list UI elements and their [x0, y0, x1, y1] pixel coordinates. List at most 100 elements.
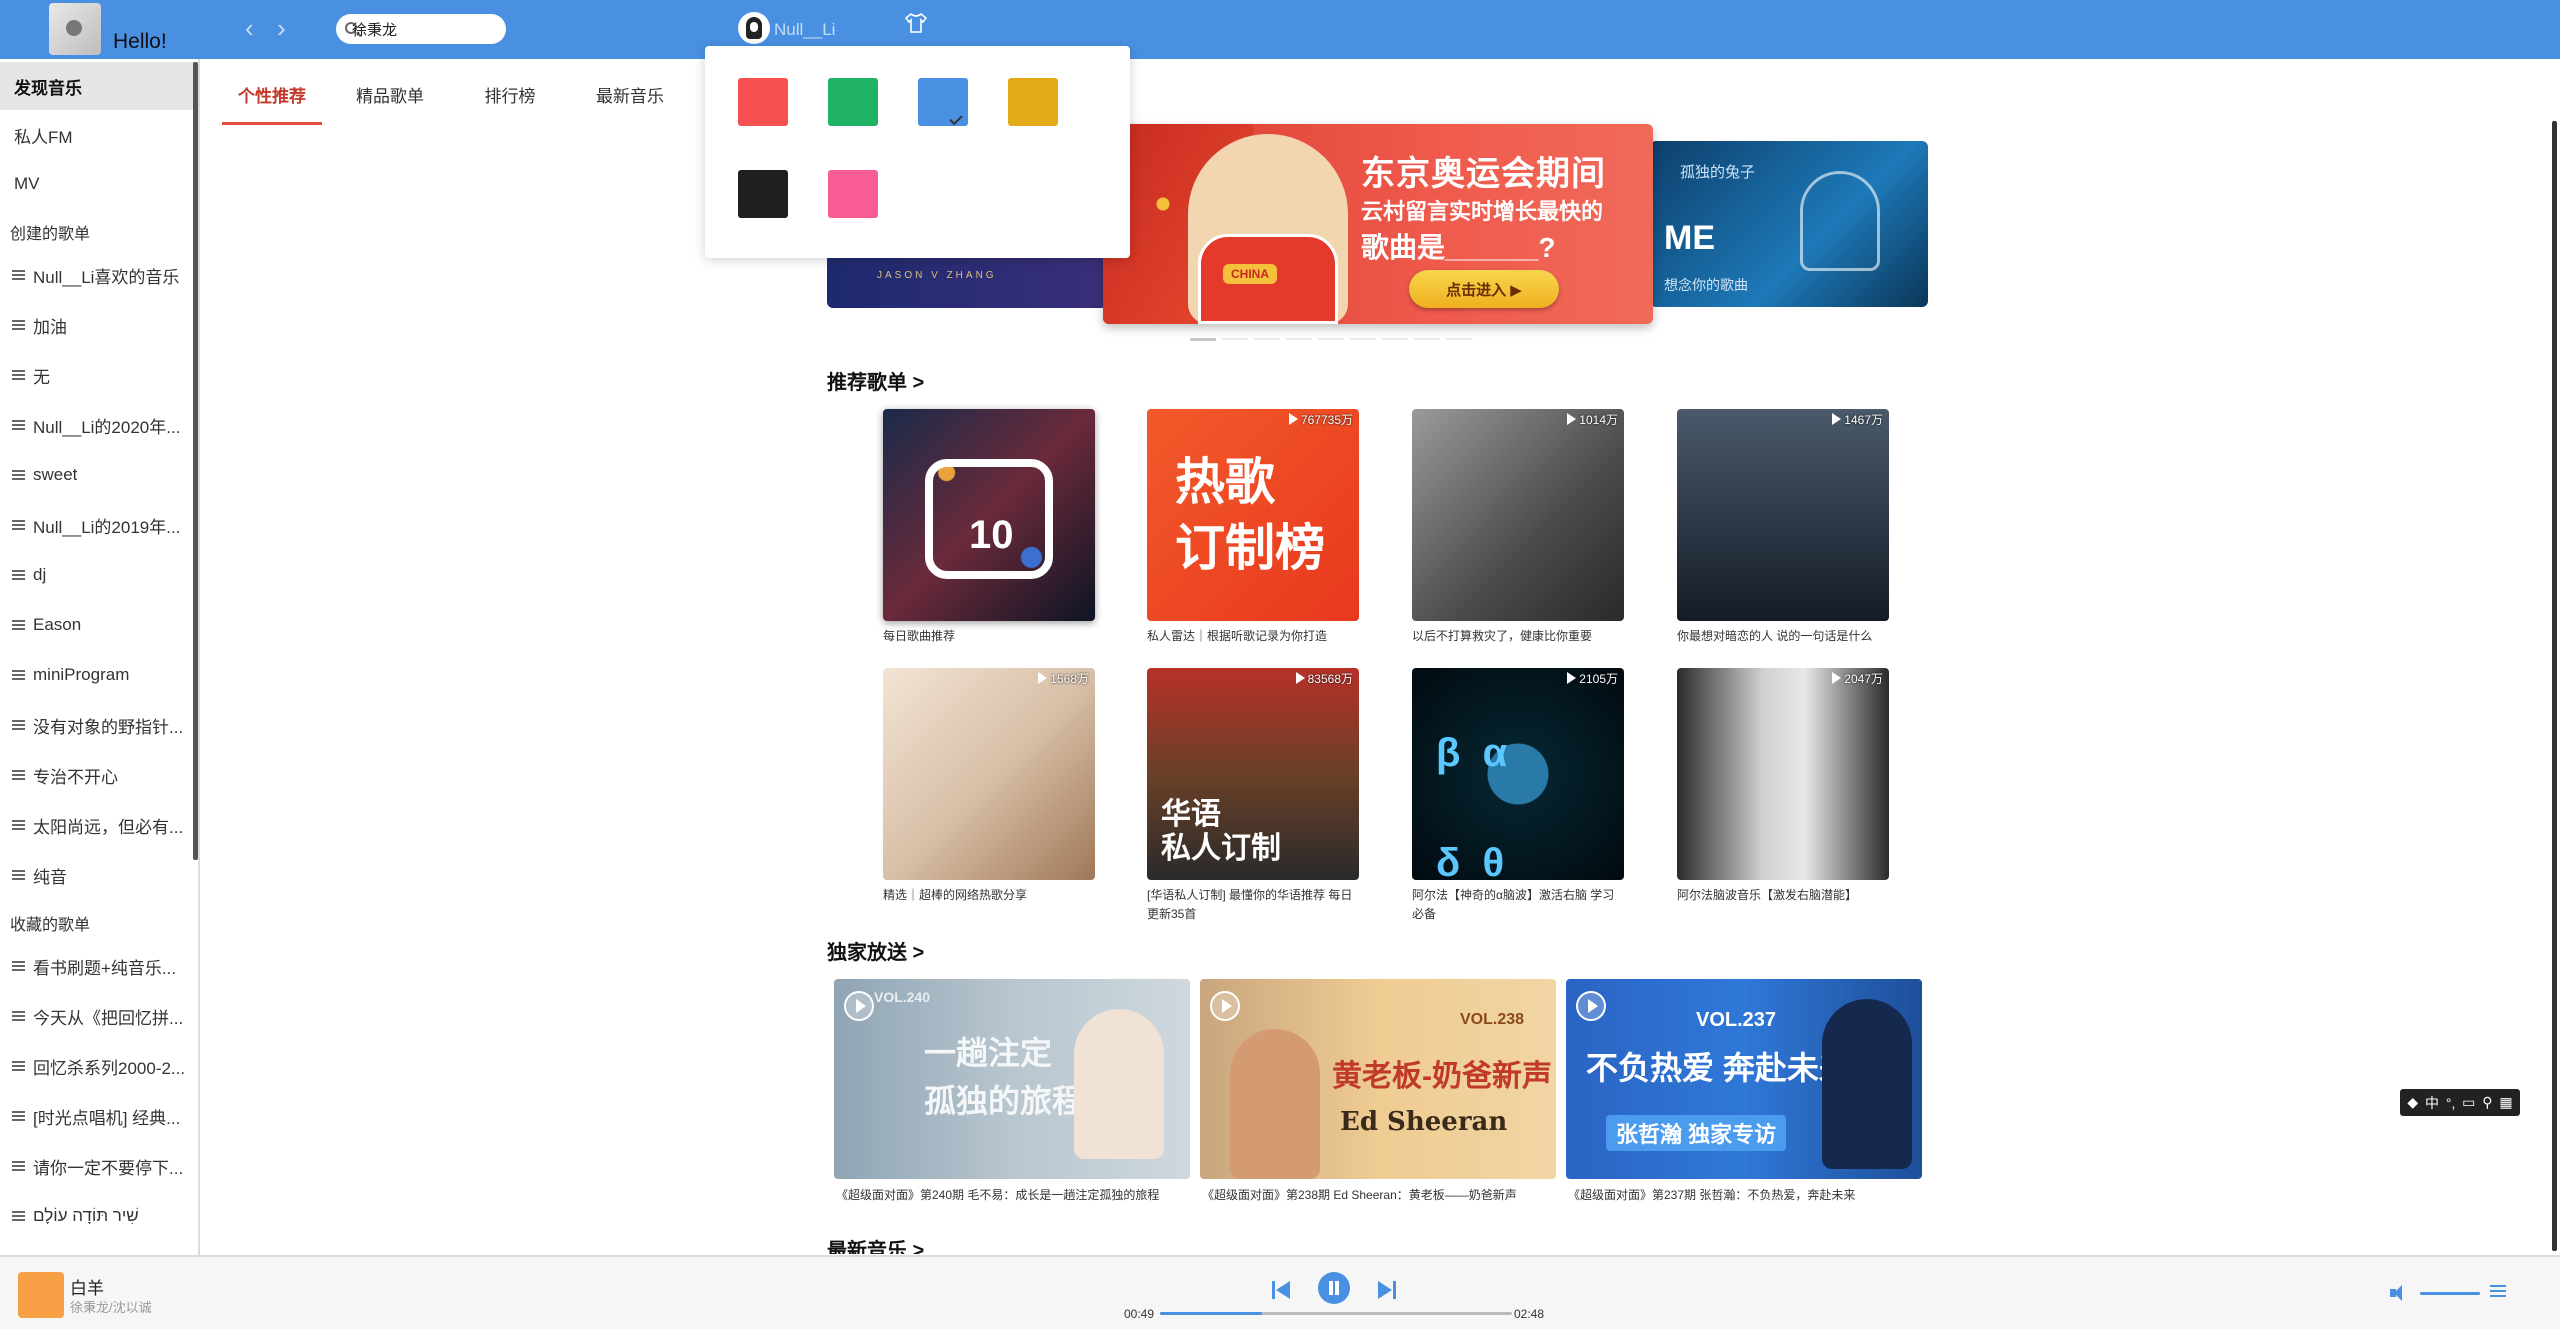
playlist-label: 加油: [33, 317, 67, 337]
skin-color-swatch[interactable]: [828, 78, 878, 126]
sidebar-playlist-item[interactable]: dj: [0, 551, 190, 599]
user-avatar[interactable]: [738, 12, 770, 44]
sidebar-playlist-item[interactable]: Null__Li的2020年...: [0, 401, 190, 449]
play-icon[interactable]: [844, 991, 874, 1021]
playlist-cover[interactable]: 2047万: [1677, 668, 1889, 880]
ime-toolbar[interactable]: ◆ 中 °, ▭ ⚲ ▦: [2400, 1089, 2520, 1116]
play-icon: [1832, 413, 1842, 425]
sidebar-playlist-item[interactable]: 纯音: [0, 851, 190, 899]
sidebar-playlist-item[interactable]: [时光点唱机] 经典...: [0, 1092, 190, 1140]
skin-color-swatch[interactable]: [1008, 78, 1058, 126]
carousel-dot[interactable]: [1190, 338, 1216, 341]
tab-playlists[interactable]: 精品歌单: [340, 70, 440, 125]
sidebar-item-discover[interactable]: 发现音乐: [0, 62, 195, 110]
skin-color-swatch[interactable]: [738, 78, 788, 126]
sidebar-playlist-item[interactable]: 看书刷题+纯音乐...: [0, 942, 190, 990]
sidebar-playlist-item[interactable]: 无: [0, 351, 190, 399]
sidebar-playlist-item[interactable]: 今天从《把回忆拼...: [0, 992, 190, 1040]
carousel-dot[interactable]: [1318, 338, 1344, 340]
play-icon[interactable]: [1576, 991, 1606, 1021]
playlist-title[interactable]: 你最想对暗恋的人 说的一句话是什么: [1677, 627, 1889, 646]
sidebar: 发现音乐 私人FM MV 创建的歌单 Null__Li喜欢的音乐 加油无 Null_…: [0, 59, 200, 1255]
exclusive-caption[interactable]: 《超级面对面》第240期 毛不易：成长是一趟注定孤独的旅程: [836, 1186, 1159, 1203]
newest-heading[interactable]: 最新音乐 >: [827, 1234, 924, 1254]
sidebar-playlist-item[interactable]: 太阳尚远，但必有...: [0, 801, 190, 849]
skin-color-swatch[interactable]: [738, 170, 788, 218]
playlist-cover[interactable]: 华语 私人订制 83568万: [1147, 668, 1359, 880]
carousel-dot[interactable]: [1286, 338, 1312, 340]
tab-new-music[interactable]: 最新音乐: [580, 70, 680, 125]
playlist-title[interactable]: 每日歌曲推荐: [883, 627, 1095, 646]
banner-right[interactable]: 孤独的兔子 ME 想念你的歌曲: [1650, 141, 1928, 307]
playlist-cover[interactable]: 1568万: [883, 668, 1095, 880]
search-input[interactable]: [352, 18, 502, 40]
progress-bar[interactable]: [1160, 1312, 1512, 1315]
play-count: 2105万: [1567, 670, 1618, 687]
sidebar-playlist-item[interactable]: Eason: [0, 601, 190, 649]
playlist-label: 看书刷题+纯音乐...: [33, 958, 177, 978]
sidebar-item-mv[interactable]: MV: [0, 160, 195, 208]
sidebar-playlist-item[interactable]: 请你一定不要停下...: [0, 1142, 190, 1190]
tab-recommend[interactable]: 个性推荐: [222, 70, 322, 125]
sidebar-playlist-item[interactable]: Null__Li的2019年...: [0, 501, 190, 549]
banner-enter-button[interactable]: 点击进入 ▶: [1409, 270, 1559, 308]
now-playing-cover[interactable]: [18, 1272, 64, 1318]
back-arrow-icon[interactable]: ‹: [245, 15, 254, 41]
previous-track-icon[interactable]: [1272, 1279, 1294, 1301]
sidebar-playlist-item[interactable]: 没有对象的野指针...: [0, 701, 190, 749]
playlist-cover[interactable]: 1467万: [1677, 409, 1889, 621]
exclusive-heading[interactable]: 独家放送 >: [827, 936, 924, 965]
playlist-cover[interactable]: β α δ θ 2105万: [1412, 668, 1624, 880]
playlist-title[interactable]: 以后不打算救灾了，健康比你重要: [1412, 627, 1624, 646]
exclusive-card[interactable]: VOL.237 不负热爱 奔赴未来 张哲瀚 独家专访: [1566, 979, 1922, 1179]
exclusive-card[interactable]: VOL.240 一趟注定 孤独的旅程: [834, 979, 1190, 1179]
pause-icon[interactable]: [1318, 1272, 1350, 1304]
tshirt-icon[interactable]: [904, 12, 928, 40]
exclusive-caption[interactable]: 《超级面对面》第237期 张哲瀚：不负热爱，奔赴未来: [1568, 1186, 1855, 1203]
volume-icon[interactable]: [2390, 1285, 2408, 1301]
sidebar-playlist-item[interactable]: 专治不开心: [0, 751, 190, 799]
main-scrollbar[interactable]: [2552, 121, 2557, 1251]
forward-arrow-icon[interactable]: ›: [277, 15, 286, 41]
carousel-dot[interactable]: [1222, 338, 1248, 340]
playlist-title[interactable]: [华语私人订制] 最懂你的华语推荐 每日更新35首: [1147, 886, 1359, 924]
playlist-title[interactable]: 精选｜超棒的网络热歌分享: [883, 886, 1095, 905]
skin-color-swatch[interactable]: [918, 78, 968, 126]
playlist-icon: [12, 719, 27, 731]
playlist-queue-icon[interactable]: [2490, 1283, 2510, 1301]
volume-slider[interactable]: [2420, 1292, 2480, 1295]
carousel-dot[interactable]: [1382, 338, 1408, 340]
sidebar-item-fm[interactable]: 私人FM: [0, 111, 195, 159]
sidebar-playlist-item[interactable]: sweet: [0, 451, 190, 499]
next-track-icon[interactable]: [1378, 1279, 1400, 1301]
play-icon[interactable]: [1210, 991, 1240, 1021]
exclusive-caption[interactable]: 《超级面对面》第238期 Ed Sheeran：黄老板——奶爸新声: [1202, 1186, 1517, 1203]
carousel-dot[interactable]: [1350, 338, 1376, 340]
playlist-cover[interactable]: 1014万: [1412, 409, 1624, 621]
skin-color-swatch[interactable]: [828, 170, 878, 218]
play-icon: [1567, 672, 1577, 684]
carousel-dot[interactable]: [1446, 338, 1472, 340]
sidebar-scrollbar[interactable]: [193, 62, 198, 860]
app-logo: [49, 3, 101, 55]
sidebar-playlist-item[interactable]: Null__Li喜欢的音乐: [0, 251, 190, 299]
playlist-label: 没有对象的野指针...: [33, 717, 184, 737]
carousel-dot[interactable]: [1414, 338, 1440, 340]
recommended-heading[interactable]: 推荐歌单 >: [827, 366, 924, 395]
tab-charts[interactable]: 排行榜: [460, 70, 560, 125]
carousel-dot[interactable]: [1254, 338, 1280, 340]
play-count: 83568万: [1295, 670, 1353, 687]
playlist-cover[interactable]: 10: [883, 409, 1095, 621]
playlist-title[interactable]: 阿尔法【神奇的α脑波】激活右脑 学习必备: [1412, 886, 1624, 924]
playlist-cover[interactable]: 热歌 订制榜 767735万: [1147, 409, 1359, 621]
sidebar-playlist-item[interactable]: miniProgram: [0, 651, 190, 699]
playlist-title[interactable]: 阿尔法脑波音乐【激发右脑潜能】: [1677, 886, 1889, 905]
sidebar-playlist-item[interactable]: 回忆杀系列2000-2...: [0, 1042, 190, 1090]
sidebar-playlist-item[interactable]: 加油: [0, 301, 190, 349]
banner-center[interactable]: CHINA 东京奥运会期间 云村留言实时增长最快的 歌曲是______? 点击进…: [1103, 124, 1653, 324]
playlist-title[interactable]: 私人雷达｜根据听歌记录为你打造: [1147, 627, 1359, 646]
exclusive-card[interactable]: VOL.238 黄老板-奶爸新声 Ed Sheeran: [1200, 979, 1556, 1179]
user-name[interactable]: Null__Li: [774, 20, 835, 40]
search-box[interactable]: [336, 14, 506, 44]
sidebar-playlist-item[interactable]: שִׁיר תּוֹדָה עוֹלָם: [0, 1192, 190, 1240]
